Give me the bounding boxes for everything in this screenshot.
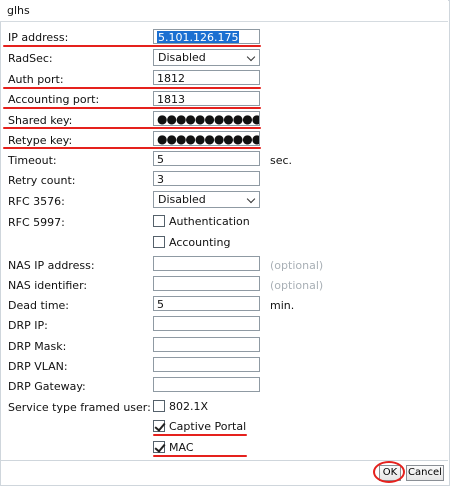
retype-key-input[interactable]: ●●●●●●●●●●●●●●●● bbox=[153, 131, 260, 146]
service-captive-portal-checkbox[interactable] bbox=[153, 420, 165, 432]
service-captive-portal-label: Captive Portal bbox=[169, 420, 247, 433]
nas-identifier-label: NAS identifier: bbox=[8, 279, 88, 292]
service-type-label: Service type framed user: bbox=[8, 401, 151, 414]
nas-ip-label: NAS IP address: bbox=[8, 259, 95, 272]
annotation-circle bbox=[373, 461, 405, 483]
rfc5997-accounting-checkbox[interactable] bbox=[153, 236, 165, 248]
rfc3576-value: Disabled bbox=[158, 193, 206, 206]
shared-key-input[interactable]: ●●●●●●●●●●●●●●●● bbox=[153, 111, 260, 126]
retype-key-label: Retype key: bbox=[8, 134, 73, 147]
retry-count-input[interactable]: 3 bbox=[153, 171, 260, 186]
drp-gateway-label: DRP Gateway: bbox=[8, 380, 86, 393]
drp-mask-input[interactable] bbox=[153, 337, 260, 352]
cancel-button[interactable]: Cancel bbox=[406, 465, 444, 481]
annotation-underline bbox=[3, 127, 261, 129]
drp-mask-label: DRP Mask: bbox=[8, 340, 67, 353]
dead-time-input[interactable]: 5 bbox=[153, 296, 260, 311]
chevron-down-icon bbox=[246, 52, 256, 62]
dead-time-unit: min. bbox=[270, 299, 295, 312]
rfc5997-accounting-label: Accounting bbox=[169, 236, 231, 249]
nas-identifier-input[interactable] bbox=[153, 276, 260, 291]
timeout-unit: sec. bbox=[270, 154, 293, 167]
nas-identifier-hint: (optional) bbox=[270, 279, 324, 292]
radsec-label: RadSec: bbox=[8, 52, 53, 65]
accounting-port-label: Accounting port: bbox=[8, 93, 100, 106]
drp-ip-input[interactable] bbox=[153, 316, 260, 331]
annotation-underline bbox=[153, 455, 247, 457]
service-mac-checkbox[interactable] bbox=[153, 441, 165, 453]
auth-port-label: Auth port: bbox=[8, 73, 64, 86]
rfc5997-authentication-checkbox[interactable] bbox=[153, 215, 165, 227]
timeout-label: Timeout: bbox=[8, 154, 57, 167]
annotation-underline bbox=[153, 434, 247, 436]
drp-vlan-label: DRP VLAN: bbox=[8, 360, 68, 373]
drp-vlan-input[interactable] bbox=[153, 357, 260, 372]
ip-address-value: 5.101.126.175 bbox=[157, 31, 240, 44]
rfc3576-select[interactable]: Disabled bbox=[153, 191, 260, 208]
shared-key-label: Shared key: bbox=[8, 114, 73, 127]
ip-address-input[interactable]: 5.101.126.175 bbox=[153, 29, 260, 44]
annotation-underline bbox=[3, 45, 261, 47]
annotation-underline bbox=[3, 87, 261, 89]
nas-ip-hint: (optional) bbox=[270, 259, 324, 272]
radsec-select[interactable]: Disabled bbox=[153, 49, 260, 66]
retry-count-label: Retry count: bbox=[8, 174, 76, 187]
radsec-value: Disabled bbox=[158, 51, 206, 64]
dialog-title-bar: glhs bbox=[0, 0, 448, 22]
drp-ip-label: DRP IP: bbox=[8, 319, 48, 332]
service-mac-label: MAC bbox=[169, 441, 194, 454]
dialog-title: glhs bbox=[7, 4, 30, 17]
service-8021x-checkbox[interactable] bbox=[153, 400, 165, 412]
footer-divider bbox=[0, 460, 448, 461]
rfc5997-authentication-label: Authentication bbox=[169, 215, 250, 228]
rfc5997-label: RFC 5997: bbox=[8, 216, 65, 229]
drp-gateway-input[interactable] bbox=[153, 377, 260, 392]
ip-address-label: IP address: bbox=[8, 31, 69, 44]
auth-port-input[interactable]: 1812 bbox=[153, 70, 260, 85]
timeout-input[interactable]: 5 bbox=[153, 151, 260, 166]
dead-time-label: Dead time: bbox=[8, 299, 70, 312]
annotation-underline bbox=[3, 147, 261, 149]
nas-ip-input[interactable] bbox=[153, 256, 260, 271]
service-8021x-label: 802.1X bbox=[169, 400, 209, 413]
rfc3576-label: RFC 3576: bbox=[8, 195, 65, 208]
annotation-underline bbox=[3, 107, 261, 109]
chevron-down-icon bbox=[246, 194, 256, 204]
accounting-port-input[interactable]: 1813 bbox=[153, 91, 260, 106]
